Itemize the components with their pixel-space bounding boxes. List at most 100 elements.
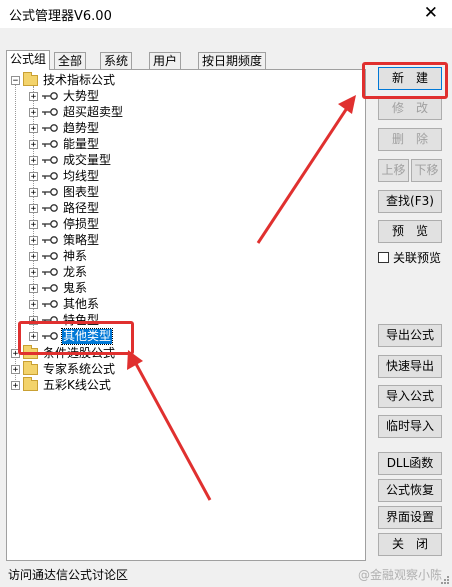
expand-icon[interactable]: + bbox=[11, 364, 20, 374]
key-icon bbox=[42, 332, 58, 340]
tree-node-label: 鬼系 bbox=[63, 280, 88, 295]
tree-node-formula-type[interactable]: + 成交量型 bbox=[29, 152, 112, 168]
resize-grip-icon[interactable] bbox=[440, 575, 450, 585]
checkbox-box[interactable] bbox=[378, 252, 389, 263]
key-icon bbox=[42, 188, 58, 196]
checkbox-label: 关联预览 bbox=[393, 251, 442, 265]
modify-button[interactable]: 修 改 bbox=[378, 97, 442, 120]
expand-icon[interactable]: + bbox=[29, 267, 38, 277]
tree-node-formula-type[interactable]: + 趋势型 bbox=[29, 120, 100, 136]
tree-node-formula-type[interactable]: + 神系 bbox=[29, 248, 88, 264]
delete-button[interactable]: 删 除 bbox=[378, 128, 442, 151]
expand-icon[interactable]: + bbox=[29, 155, 38, 165]
title-bar: 公式管理器V6.00 ✕ bbox=[0, 0, 452, 28]
window-title: 公式管理器V6.00 bbox=[9, 9, 112, 24]
expand-icon[interactable]: + bbox=[29, 331, 38, 341]
expand-icon[interactable]: + bbox=[29, 235, 38, 245]
export-formula-button[interactable]: 导出公式 bbox=[378, 324, 442, 347]
tree-node-formula-type[interactable]: + 均线型 bbox=[29, 168, 100, 184]
watermark: @金融观察小陈 bbox=[357, 568, 442, 582]
key-icon bbox=[42, 252, 58, 260]
key-icon bbox=[42, 140, 58, 148]
close-button[interactable]: 关 闭 bbox=[378, 533, 442, 556]
tree-node-label: 龙系 bbox=[63, 264, 88, 279]
status-bar: 访问通达信公式讨论区 @金融观察小陈 bbox=[0, 562, 452, 587]
tree-node-label: 趋势型 bbox=[63, 120, 100, 135]
key-icon bbox=[42, 92, 58, 100]
ui-settings-button[interactable]: 界面设置 bbox=[378, 506, 442, 529]
preview-button[interactable]: 预 览 bbox=[378, 220, 442, 243]
expand-icon[interactable]: + bbox=[29, 219, 38, 229]
expand-icon[interactable]: + bbox=[29, 171, 38, 181]
formula-restore-button[interactable]: 公式恢复 bbox=[378, 479, 442, 502]
expand-icon[interactable]: + bbox=[29, 299, 38, 309]
temp-import-button[interactable]: 临时导入 bbox=[378, 415, 442, 438]
tree-node-formula-type[interactable]: + 图表型 bbox=[29, 184, 100, 200]
tab-user[interactable]: 用户 bbox=[149, 52, 182, 69]
tree-node-formula-type[interactable]: + 策略型 bbox=[29, 232, 100, 248]
tree-node-formula-type[interactable]: + 停损型 bbox=[29, 216, 100, 232]
key-icon bbox=[42, 236, 58, 244]
new-button[interactable]: 新 建 bbox=[378, 67, 442, 90]
tree-guide-line bbox=[15, 84, 16, 384]
move-up-button[interactable]: 上移 bbox=[378, 159, 409, 182]
tree-node-label: 大势型 bbox=[63, 88, 100, 103]
tree-node-label: 能量型 bbox=[63, 136, 100, 151]
tree-node-label: 成交量型 bbox=[63, 152, 112, 167]
expand-icon[interactable]: + bbox=[29, 315, 38, 325]
expand-icon[interactable]: + bbox=[11, 348, 20, 358]
related-preview-checkbox[interactable]: 关联预览 bbox=[378, 249, 441, 266]
expand-icon[interactable]: + bbox=[29, 123, 38, 133]
key-icon bbox=[42, 108, 58, 116]
key-icon bbox=[42, 284, 58, 292]
tree-node-formula-type[interactable]: + 大势型 bbox=[29, 88, 100, 104]
tree-node-label: 其他类型 bbox=[60, 327, 114, 345]
tree-node-stock-screening[interactable]: + 条件选股公式 bbox=[11, 344, 116, 361]
move-down-button[interactable]: 下移 bbox=[411, 159, 442, 182]
key-icon bbox=[42, 300, 58, 308]
tree-node-label: 超买超卖型 bbox=[63, 104, 124, 119]
collapse-icon[interactable]: − bbox=[11, 75, 20, 85]
key-icon bbox=[42, 316, 58, 324]
expand-icon[interactable]: + bbox=[29, 251, 38, 261]
key-icon bbox=[42, 220, 58, 228]
tree-node-colored-kline[interactable]: + 五彩K线公式 bbox=[11, 376, 112, 393]
tree-node-label: 路径型 bbox=[63, 200, 100, 215]
key-icon bbox=[42, 124, 58, 132]
key-icon bbox=[42, 268, 58, 276]
tree-node-formula-type[interactable]: + 龙系 bbox=[29, 264, 88, 280]
tree-node-formula-type[interactable]: + 特色型 bbox=[29, 312, 100, 328]
tree-node-formula-type[interactable]: + 鬼系 bbox=[29, 280, 88, 296]
expand-icon[interactable]: + bbox=[29, 203, 38, 213]
key-icon bbox=[42, 204, 58, 212]
tree-node-label: 五彩K线公式 bbox=[43, 377, 111, 392]
close-icon[interactable]: ✕ bbox=[424, 3, 438, 23]
tree-node-label: 技术指标公式 bbox=[43, 72, 116, 87]
tree-node-formula-type[interactable]: + 超买超卖型 bbox=[29, 104, 124, 120]
tree-node-formula-type[interactable]: + 其他类型 bbox=[29, 327, 114, 345]
find-button[interactable]: 查找(F3) bbox=[378, 190, 442, 213]
tree-node-label: 特色型 bbox=[63, 312, 100, 327]
tree-node-label: 专家系统公式 bbox=[43, 361, 116, 376]
expand-icon[interactable]: + bbox=[29, 107, 38, 117]
expand-icon[interactable]: + bbox=[29, 187, 38, 197]
tab-by-date-frequency[interactable]: 按日期频度 bbox=[198, 52, 267, 69]
tree-node-expert-system[interactable]: + 专家系统公式 bbox=[11, 360, 116, 377]
tree-node-formula-type[interactable]: + 路径型 bbox=[29, 200, 100, 216]
dll-function-button[interactable]: DLL函数 bbox=[378, 452, 442, 475]
formula-tree[interactable]: − 技术指标公式 + 大势型 + 超买超卖型 + 趋势型 + 能量型 + 成交量型 + 均线型 + 图表型… bbox=[6, 69, 366, 561]
tab-all[interactable]: 全部 bbox=[54, 52, 87, 69]
tree-node-formula-type[interactable]: + 能量型 bbox=[29, 136, 100, 152]
tree-node-formula-type[interactable]: + 其他系 bbox=[29, 296, 100, 312]
quick-export-button[interactable]: 快速导出 bbox=[378, 355, 442, 378]
import-formula-button[interactable]: 导入公式 bbox=[378, 385, 442, 408]
expand-icon[interactable]: + bbox=[11, 380, 20, 390]
tab-system[interactable]: 系统 bbox=[100, 52, 133, 69]
folder-icon bbox=[23, 344, 38, 359]
expand-icon[interactable]: + bbox=[29, 139, 38, 149]
tree-node-technical[interactable]: − 技术指标公式 bbox=[11, 71, 116, 88]
key-icon bbox=[42, 172, 58, 180]
expand-icon[interactable]: + bbox=[29, 283, 38, 293]
tab-formula-group[interactable]: 公式组 bbox=[6, 50, 51, 70]
expand-icon[interactable]: + bbox=[29, 91, 38, 101]
